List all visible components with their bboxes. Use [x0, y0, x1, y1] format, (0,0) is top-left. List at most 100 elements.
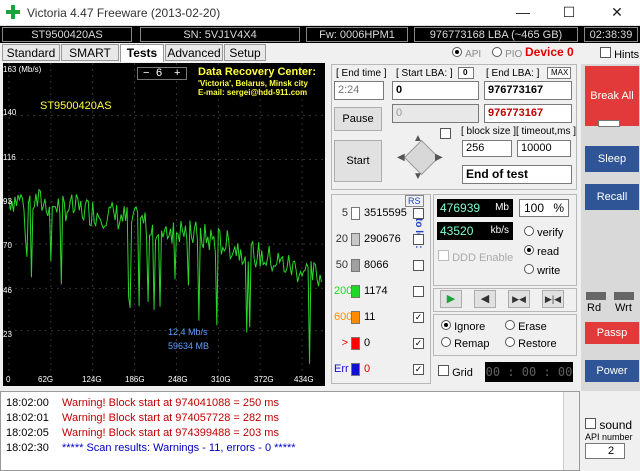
pio-radio[interactable]: PIO [492, 47, 522, 60]
log-time: 18:02:01 [6, 412, 49, 424]
end-time-field[interactable]: 2:24 [334, 81, 384, 100]
start-button[interactable]: Start [334, 140, 382, 182]
mb-progress: 476939 Mb [437, 199, 513, 217]
tab-smart[interactable]: SMART [61, 44, 119, 61]
maximize-button[interactable]: ☐ [546, 0, 592, 26]
step-minus-button[interactable]: − [143, 68, 149, 79]
step-control[interactable]: − 6 + [137, 67, 187, 80]
drive-serial: SN: 5VJ1V4X4 [140, 27, 300, 42]
stats-row-log-checkbox[interactable]: ✓ [413, 364, 424, 375]
break-all-button[interactable]: Break All [585, 66, 639, 126]
log-line: 18:02:30 ***** Scan results: Warnings - 1… [6, 441, 296, 456]
recall-button[interactable]: Recall [585, 184, 639, 210]
play-icon[interactable]: ▶ [440, 290, 462, 308]
ignore-radio[interactable]: Ignore [441, 320, 485, 333]
mb-readout: 59634 MB [168, 341, 210, 351]
passp-button[interactable]: Passp [585, 322, 639, 344]
end-time-label: [ End time ] [336, 68, 387, 79]
stats-row-log-checkbox[interactable] [413, 234, 424, 245]
stats-row-count: 1174 [364, 285, 388, 297]
log-time: 18:02:00 [6, 397, 49, 409]
stats-row-count: 8066 [364, 259, 389, 271]
percent-progress: 100% [519, 199, 569, 217]
arrow-right-icon[interactable]: ▶ [435, 152, 443, 163]
rd-label: Rd [587, 302, 602, 314]
start-lba-zero-button[interactable]: 0 [458, 67, 474, 79]
stats-row-label: 20 [335, 233, 348, 245]
tab-tests[interactable]: Tests [120, 44, 164, 62]
drive-model: ST9500420AS [2, 27, 132, 42]
hints-checkbox[interactable]: Hints [600, 47, 639, 61]
step-plus-button[interactable]: + [174, 68, 180, 79]
restore-radio[interactable]: Restore [505, 337, 557, 350]
remap-radio[interactable]: Remap [441, 337, 490, 350]
app-cross-icon [6, 5, 20, 19]
sleep-button[interactable]: Sleep [585, 146, 639, 172]
log-text: ***** Scan results: Warnings - 11, error… [62, 442, 296, 454]
end-lba-field[interactable]: 976773167 [484, 81, 572, 100]
pause-button[interactable]: Pause [334, 107, 382, 131]
stats-row-swatch [351, 259, 360, 272]
stats-row-swatch [351, 311, 360, 324]
stats-row-log-checkbox[interactable] [413, 286, 424, 297]
rs-button[interactable]: RS [405, 195, 424, 207]
log-text: Warning! Block start at 974399488 = 203 … [62, 427, 279, 439]
ddd-enable-checkbox[interactable]: DDD Enable [438, 250, 513, 264]
arrow-left-icon[interactable]: ◀ [397, 152, 405, 163]
api-radio[interactable]: API [452, 47, 481, 60]
x-tick-310g: 310G [211, 375, 231, 384]
stats-row-swatch [351, 233, 360, 246]
x-tick-0: 0 [6, 375, 11, 384]
end-lba-max-button[interactable]: MAX [547, 67, 571, 79]
y-tick-140: 140 [3, 108, 17, 117]
extra-checkbox[interactable] [440, 128, 451, 139]
log-line: 18:02:00 Warning! Block start at 97404108… [6, 396, 279, 411]
timeout-select[interactable]: 10000 [517, 140, 571, 157]
stats-row-swatch [351, 285, 360, 298]
stats-row-log-checkbox[interactable] [413, 208, 424, 219]
tab-standard[interactable]: Standard [2, 44, 60, 61]
log-text: Warning! Block start at 974057728 = 282 … [62, 412, 279, 424]
end-icon[interactable]: ▶|◀ [542, 290, 564, 308]
block-size-select[interactable]: 256 [462, 140, 512, 157]
log-time: 18:02:30 [6, 442, 49, 454]
x-tick-124g: 124G [82, 375, 102, 384]
device-label: Device 0 [525, 45, 574, 59]
write-radio[interactable]: write [524, 264, 560, 277]
skip-icon[interactable]: ▶◀ [508, 290, 530, 308]
stats-row-log-checkbox[interactable]: ✓ [413, 312, 424, 323]
navigation-pad[interactable]: ▲ ▼ ◀ ▶ [395, 131, 449, 185]
log-line: 18:02:05 Warning! Block start at 97439948… [6, 426, 279, 441]
close-button[interactable]: ✕ [594, 0, 640, 26]
drc-email: E-mail: sergei@hdd-911.com [198, 88, 308, 97]
tab-advanced[interactable]: Advanced [165, 44, 223, 61]
x-tick-372g: 372G [254, 375, 274, 384]
api-number-label: API number [585, 432, 633, 442]
y-max-label: 163 (Mb/s) [3, 65, 42, 74]
stats-row-log-checkbox[interactable] [413, 260, 424, 271]
minimize-button[interactable]: — [500, 0, 546, 26]
arrow-down-icon[interactable]: ▼ [413, 171, 423, 182]
power-button[interactable]: Power [585, 360, 639, 382]
start-lba-field[interactable]: 0 [392, 81, 479, 100]
step-value: 6 [156, 67, 163, 79]
x-tick-434g: 434G [294, 375, 314, 384]
rewind-icon[interactable]: ◀ [474, 290, 496, 308]
erase-radio[interactable]: Erase [505, 320, 547, 333]
grid-checkbox[interactable]: Grid [438, 365, 473, 379]
stats-row-log-checkbox[interactable]: ✓ [413, 338, 424, 349]
log-time: 18:02:05 [6, 427, 49, 439]
end-action-select[interactable]: End of test [462, 165, 572, 184]
speed-readout: 12,4 Mb/s [168, 327, 208, 337]
verify-radio[interactable]: verify [524, 226, 563, 239]
log-scrollbar[interactable] [563, 392, 579, 470]
y-tick-70: 70 [3, 241, 12, 250]
y-tick-93: 93 [3, 197, 12, 206]
clock: 02:38:39 [584, 27, 638, 42]
graph-drive-label: ST9500420AS [40, 100, 112, 112]
read-radio[interactable]: read [524, 245, 559, 258]
sound-checkbox[interactable]: sound [585, 418, 632, 432]
api-number-field[interactable]: 2 [585, 443, 625, 459]
arrow-up-icon[interactable]: ▲ [413, 133, 423, 144]
tab-setup[interactable]: Setup [224, 44, 266, 61]
